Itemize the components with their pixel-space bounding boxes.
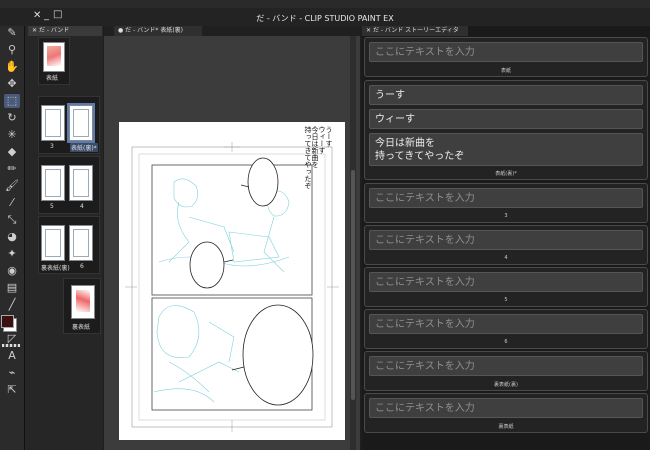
page-thumbnail: [69, 165, 93, 201]
vertical-dialogue-text[interactable]: うーす ウィーす 今日は新曲を 持ってきてやったぞ: [304, 126, 333, 206]
story-text-field[interactable]: うーす: [369, 85, 643, 105]
page-label: 表紙(裏)*: [70, 143, 98, 152]
panel-frame-top: [151, 164, 313, 296]
tab-story-editor[interactable]: ✕ だ - バンド ストーリーエディター: [362, 26, 468, 44]
text-icon[interactable]: A: [4, 349, 20, 363]
page-thumbnail: [41, 165, 65, 201]
dialogue-line: うーす: [325, 126, 333, 147]
page-management-panel: ✕ だ - バンド 表紙 3 表紙(裏)* 5 4 裏表紙(裏) 6 裏表紙: [25, 26, 103, 450]
top-menubar: [0, 0, 650, 8]
page-label: 4: [80, 203, 84, 210]
page-thumbnail: [41, 105, 65, 141]
manga-page[interactable]: うーす ウィーす 今日は新曲を 持ってきてやったぞ: [119, 122, 345, 440]
page-thumbnail: [43, 42, 65, 72]
page-label: 裏表紙(裏): [41, 265, 70, 272]
story-card-label: 裏表紙(裏): [494, 382, 518, 388]
canvas-tab-bar: ● だ - バンド* 表紙(裏): [104, 26, 360, 36]
brush-icon[interactable]: 🖌: [4, 179, 20, 193]
airbrush-icon[interactable]: ⁄: [4, 196, 20, 210]
page-thumbnail: [41, 225, 65, 261]
eyedropper-icon[interactable]: ⤡: [4, 213, 20, 227]
transparent-color-swatch[interactable]: [2, 344, 20, 347]
blend-icon[interactable]: ◉: [4, 264, 20, 278]
dialogue-line: ウィーす: [318, 126, 326, 154]
cover-art: [47, 46, 61, 66]
story-card-cover: ここにテキストを入力 表紙: [364, 37, 648, 77]
tab-page-management[interactable]: ✕ だ - バンド: [28, 26, 102, 36]
pen-icon[interactable]: ✎: [4, 26, 20, 40]
story-card-label: 3: [504, 213, 508, 219]
story-text-field[interactable]: ここにテキストを入力: [369, 356, 643, 376]
page-cell-spread[interactable]: 5 4: [38, 156, 100, 214]
story-text-field[interactable]: ここにテキストを入力: [369, 188, 643, 208]
story-card-label: 5: [504, 297, 508, 303]
page-cell-cover[interactable]: 表紙: [38, 37, 70, 85]
page-thumbnail-selected: [67, 103, 95, 143]
fill-icon[interactable]: ◕: [4, 230, 20, 244]
page-thumbnail: [71, 285, 95, 319]
auto-select-icon[interactable]: ✳: [4, 128, 20, 142]
story-card-label: 表紙: [500, 68, 511, 74]
story-card-inner-cover: うーす ウィーす 今日は新曲を 持ってきてやったぞ 表紙(裏)*: [364, 80, 648, 180]
tab-canvas[interactable]: ● だ - バンド* 表紙(裏): [114, 26, 202, 36]
title-bar: ✕ _ □ だ - バンド - CLIP STUDIO PAINT EX: [0, 8, 650, 26]
back-cover-art: [76, 290, 90, 312]
speech-balloon-1: [247, 157, 279, 207]
page-cell-back-cover[interactable]: 裏表紙: [63, 278, 101, 334]
page-label: 裏表紙: [72, 324, 91, 331]
page-label: 6: [80, 263, 84, 270]
operation-icon[interactable]: ⬚: [4, 94, 20, 108]
balloon-icon[interactable]: ⌁: [4, 366, 20, 380]
story-card-label: 4: [504, 255, 508, 261]
rotate-icon[interactable]: ↻: [4, 111, 20, 125]
story-card-inner-back-cover: ここにテキストを入力 裏表紙(裏): [364, 351, 648, 391]
canvas-scrollbar-thumb[interactable]: [351, 170, 355, 400]
story-card-page-3: ここにテキストを入力 3: [364, 183, 648, 223]
page-label: 表紙: [46, 75, 59, 82]
story-card-page-4: ここにテキストを入力 4: [364, 225, 648, 265]
dialogue-line: 今日は新曲を: [311, 126, 319, 168]
hand-icon[interactable]: ✋: [4, 60, 20, 74]
gradient-icon[interactable]: ▤: [4, 281, 20, 295]
story-text-field[interactable]: ここにテキストを入力: [369, 398, 643, 418]
story-text-field[interactable]: 今日は新曲を 持ってきてやったぞ: [369, 133, 643, 166]
dialogue-line: 持ってきてやったぞ: [304, 126, 312, 189]
pencil-icon[interactable]: ✏: [4, 162, 20, 176]
story-card-page-5: ここにテキストを入力 5: [364, 267, 648, 307]
figure-icon[interactable]: ╱: [4, 298, 20, 312]
story-text-field[interactable]: ここにテキストを入力: [369, 230, 643, 250]
story-card-label: 表紙(裏)*: [495, 171, 517, 177]
move-icon[interactable]: ✥: [4, 77, 20, 91]
page-label: 5: [50, 203, 54, 210]
tab-label: だ - バンド* 表紙(裏): [125, 27, 184, 34]
story-text-field[interactable]: ここにテキストを入力: [369, 42, 643, 62]
decoration-icon[interactable]: ✦: [4, 247, 20, 261]
page-thumbnail: [69, 225, 93, 261]
story-card-back-cover: ここにテキストを入力 裏表紙: [364, 393, 648, 433]
page-cell-spread[interactable]: 3 表紙(裏)*: [38, 96, 100, 154]
main-color-swatch[interactable]: [1, 315, 14, 328]
zoom-icon[interactable]: ⚲: [4, 43, 20, 57]
story-card-label: 裏表紙: [498, 424, 514, 430]
story-text-field[interactable]: ここにテキストを入力: [369, 272, 643, 292]
story-card-page-6: ここにテキストを入力 6: [364, 309, 648, 349]
story-text-field[interactable]: ウィーす: [369, 109, 643, 129]
correct-line-icon[interactable]: ⇱: [4, 383, 20, 397]
story-text-field[interactable]: ここにテキストを入力: [369, 314, 643, 334]
story-card-label: 6: [504, 339, 508, 345]
page-label: 3: [50, 143, 54, 150]
tab-label: だ - バンド: [38, 27, 70, 34]
window-title: だ - バンド - CLIP STUDIO PAINT EX: [256, 14, 394, 23]
speech-balloon-2: [189, 241, 225, 289]
eraser-icon[interactable]: ◆: [4, 145, 20, 159]
tool-palette: ✎ ⚲ ✋ ✥ ⬚ ↻ ✳ ◆ ✏ 🖌 ⁄ ⤡ ◕ ✦ ◉ ▤ ╱ ⊞ ◸ A …: [0, 26, 25, 450]
page-cell-spread[interactable]: 裏表紙(裏) 6: [38, 216, 100, 274]
speech-balloon-3: [242, 304, 314, 406]
